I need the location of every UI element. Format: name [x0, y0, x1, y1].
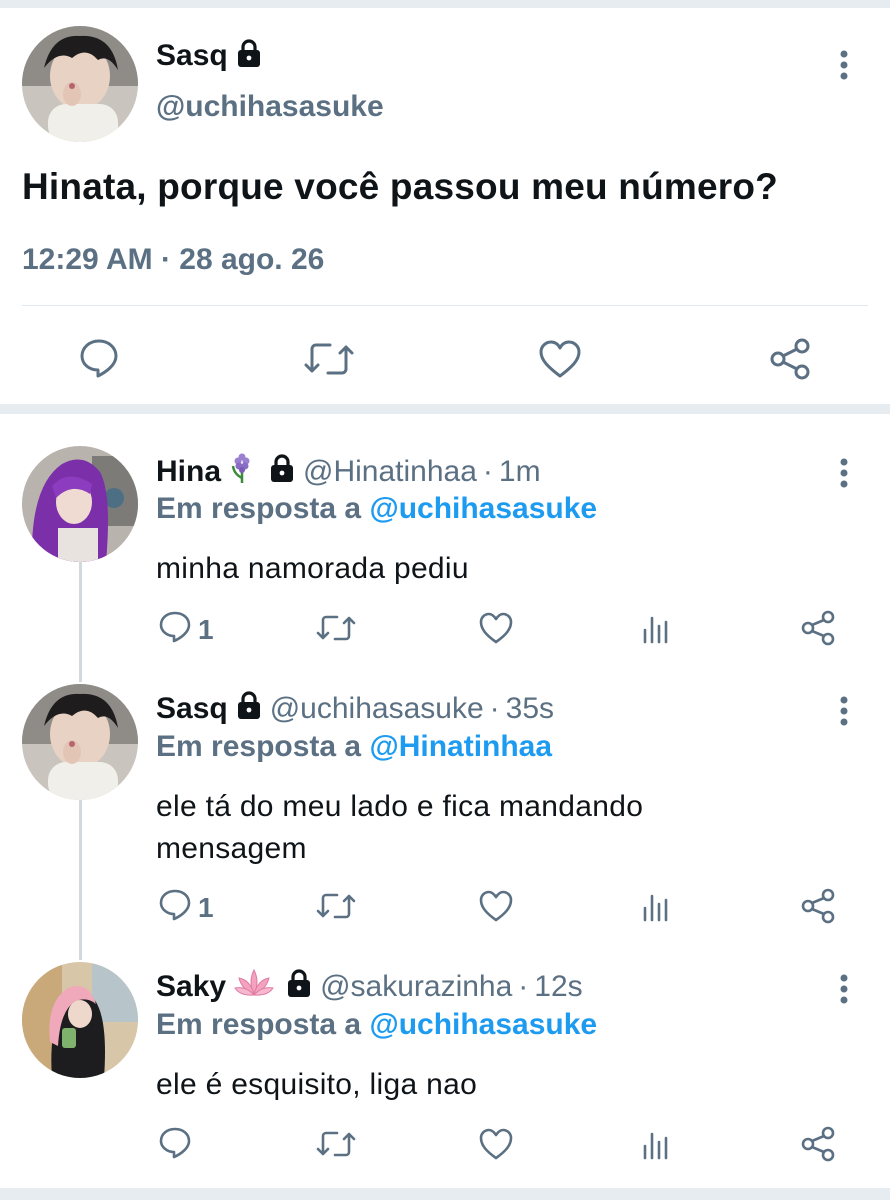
tweet-text: ele tá do meu lado e fica mandando mensa…	[156, 790, 644, 865]
tweet-time[interactable]: 35s	[506, 692, 554, 726]
avatar[interactable]	[22, 26, 138, 142]
reply-to-link[interactable]: @Hinatinhaa	[369, 730, 552, 763]
reply-icon	[158, 610, 192, 649]
divider	[22, 305, 868, 306]
reply-prefix: Em resposta a	[156, 730, 362, 763]
more-icon[interactable]	[838, 974, 850, 1009]
retweet-icon[interactable]	[316, 612, 356, 644]
reply-icon	[158, 1126, 192, 1165]
display-name[interactable]: Sasq	[156, 692, 228, 726]
lock-icon	[269, 453, 295, 491]
reply-to-link[interactable]: @uchihasasuke	[369, 492, 597, 525]
separator: ·	[518, 970, 529, 1003]
tweet-text: ele é esquisito, liga nao	[156, 1068, 478, 1101]
display-name[interactable]: Sasq	[156, 39, 228, 73]
tweet-actions: 1	[0, 610, 890, 650]
reply-prefix: Em resposta a	[156, 492, 362, 525]
display-name[interactable]: Hina	[156, 455, 221, 489]
reply-count: 1	[198, 891, 214, 923]
reply-tweet: Sasq @uchihasasuke · 35s Em resposta a @…	[0, 684, 890, 954]
reply-context: Em resposta a @uchihasasuke	[156, 1008, 597, 1042]
like-icon[interactable]	[478, 612, 514, 644]
reply-button[interactable]	[158, 1126, 198, 1165]
display-name[interactable]: Saky	[156, 970, 226, 1004]
reply-tweet: Hina @Hinatinhaa · 1m Em resposta a @uch…	[0, 446, 890, 676]
analytics-icon[interactable]	[642, 890, 672, 922]
reply-button[interactable]: 1	[158, 888, 214, 927]
reply-count: 1	[198, 613, 214, 645]
reply-tweet: Saky @sakurazinha · 12s Em resposta a @u…	[0, 962, 890, 1186]
share-icon[interactable]	[800, 888, 836, 924]
retweet-icon[interactable]	[316, 1128, 356, 1160]
separator: ·	[482, 455, 493, 488]
tweet-actions: 1	[0, 888, 890, 928]
reply-to-link[interactable]: @uchihasasuke	[369, 1008, 597, 1041]
analytics-icon[interactable]	[642, 612, 672, 644]
user-handle[interactable]: @sakurazinha	[320, 970, 512, 1004]
tweet-text: Hinata, porque você passou meu número?	[22, 166, 778, 207]
tweet-time[interactable]: 12s	[534, 970, 582, 1004]
user-handle[interactable]: @uchihasasuke	[270, 692, 484, 726]
reply-prefix: Em resposta a	[156, 1008, 362, 1041]
analytics-icon[interactable]	[642, 1128, 672, 1160]
reply-icon	[158, 888, 192, 927]
hyacinth-icon	[229, 452, 255, 492]
reply-context: Em resposta a @uchihasasuke	[156, 492, 597, 526]
user-handle[interactable]: @Hinatinhaa	[303, 455, 477, 489]
top-divider	[0, 0, 890, 8]
more-icon[interactable]	[838, 696, 850, 731]
more-icon[interactable]	[838, 50, 850, 85]
tweet-time[interactable]: 1m	[499, 455, 541, 489]
lotus-icon	[234, 968, 274, 1006]
tweet-actions	[0, 1126, 890, 1166]
share-icon[interactable]	[800, 1126, 836, 1162]
reply-context: Em resposta a @Hinatinhaa	[156, 730, 552, 764]
lock-icon	[286, 968, 312, 1006]
lock-icon	[236, 38, 262, 73]
avatar[interactable]	[22, 684, 138, 800]
lock-icon	[236, 690, 262, 728]
tweet-actions	[0, 333, 890, 393]
separator: ·	[489, 692, 500, 725]
avatar[interactable]	[22, 446, 138, 562]
like-icon[interactable]	[538, 339, 582, 379]
retweet-icon[interactable]	[316, 890, 356, 922]
section-divider	[0, 404, 890, 414]
share-icon[interactable]	[768, 337, 812, 381]
bottom-divider	[0, 1188, 890, 1200]
reply-icon[interactable]	[78, 337, 120, 379]
tweet-text: minha namorada pediu	[156, 552, 469, 585]
like-icon[interactable]	[478, 1128, 514, 1160]
avatar[interactable]	[22, 962, 138, 1078]
reply-button[interactable]: 1	[158, 610, 214, 649]
user-handle[interactable]: @uchihasasuke	[156, 90, 384, 124]
tweet-timestamp[interactable]: 12:29 AM · 28 ago. 26	[22, 243, 324, 277]
like-icon[interactable]	[478, 890, 514, 922]
retweet-icon[interactable]	[304, 339, 354, 379]
more-icon[interactable]	[838, 458, 850, 493]
main-tweet: Sasq @uchihasasuke Hinata, porque você p…	[0, 8, 890, 414]
share-icon[interactable]	[800, 610, 836, 646]
